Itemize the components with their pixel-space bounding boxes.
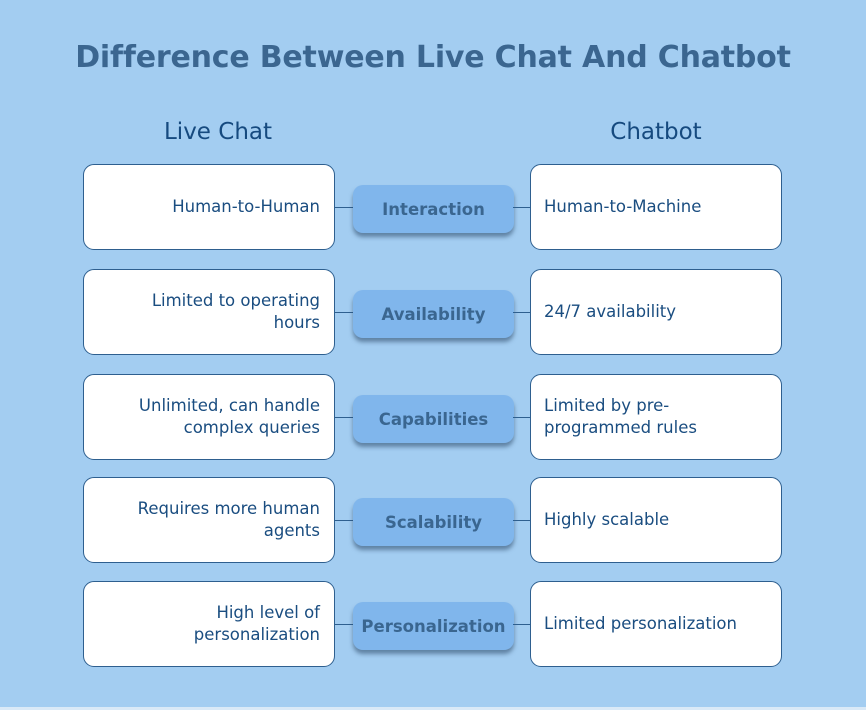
live-chat-cell: Limited to operating hours <box>83 269 335 355</box>
chatbot-cell: Human-to-Machine <box>530 164 782 250</box>
category-pill: Scalability <box>353 498 514 546</box>
chatbot-text: Limited by pre-programmed rules <box>544 396 697 437</box>
category-pill: Interaction <box>353 185 514 233</box>
category-pill: Capabilities <box>353 395 514 443</box>
diagram-title: Difference Between Live Chat And Chatbot <box>75 40 791 75</box>
live-chat-cell: Requires more human agents <box>83 477 335 563</box>
chatbot-cell: 24/7 availability <box>530 269 782 355</box>
live-chat-text: Requires more human agents <box>137 499 320 540</box>
connector-line-left <box>335 520 354 521</box>
comparison-row-scalability: Requires more human agents Scalability H… <box>0 477 866 566</box>
live-chat-cell: High level of personalization <box>83 581 335 667</box>
comparison-row-availability: Limited to operating hours Availability … <box>0 269 866 358</box>
chatbot-cell: Highly scalable <box>530 477 782 563</box>
live-chat-text: High level of personalization <box>193 603 320 644</box>
connector-line-left <box>335 417 354 418</box>
chatbot-text: Human-to-Machine <box>544 197 702 216</box>
chatbot-cell: Limited personalization <box>530 581 782 667</box>
comparison-row-interaction: Human-to-Human Interaction Human-to-Mach… <box>0 164 866 253</box>
live-chat-cell: Human-to-Human <box>83 164 335 250</box>
live-chat-text: Limited to operating hours <box>151 291 320 332</box>
chatbot-text: Highly scalable <box>544 510 670 529</box>
category-pill: Personalization <box>353 602 514 650</box>
comparison-row-personalization: High level of personalization Personaliz… <box>0 581 866 670</box>
connector-line-right <box>513 417 531 418</box>
connector-line-left <box>335 207 354 208</box>
live-chat-text: Human-to-Human <box>172 197 320 216</box>
connector-line-left <box>335 624 354 625</box>
live-chat-text: Unlimited, can handle complex queries <box>138 396 320 437</box>
category-pill: Availability <box>353 290 514 338</box>
comparison-row-capabilities: Unlimited, can handle complex queries Ca… <box>0 374 866 463</box>
chatbot-text: Limited personalization <box>544 614 737 633</box>
connector-line-right <box>513 207 531 208</box>
chatbot-text: 24/7 availability <box>544 302 677 321</box>
connector-line-left <box>335 312 354 313</box>
connector-line-right <box>513 520 531 521</box>
column-header-live-chat: Live Chat <box>163 119 273 145</box>
live-chat-cell: Unlimited, can handle complex queries <box>83 374 335 460</box>
connector-line-right <box>513 312 531 313</box>
chatbot-cell: Limited by pre-programmed rules <box>530 374 782 460</box>
connector-line-right <box>513 624 531 625</box>
column-header-chatbot: Chatbot <box>610 119 702 145</box>
